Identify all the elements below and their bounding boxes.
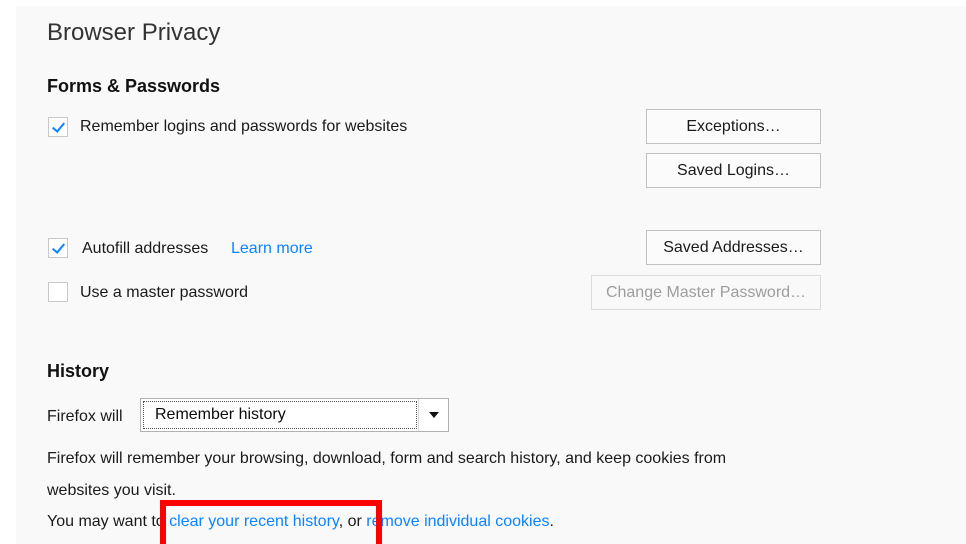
select-divider [418, 399, 419, 431]
exceptions-button[interactable]: Exceptions… [646, 109, 821, 144]
master-password-checkbox[interactable] [48, 282, 68, 302]
history-actions-line: You may want to clear your recent histor… [47, 513, 554, 531]
master-password-label[interactable]: Use a master password [80, 284, 248, 302]
remember-logins-label[interactable]: Remember logins and passwords for websit… [80, 118, 407, 136]
history-mode-select[interactable]: Remember history [140, 398, 449, 432]
saved-logins-button[interactable]: Saved Logins… [646, 153, 821, 188]
you-may-want-text: You may want to [47, 513, 170, 530]
history-heading: History [47, 361, 110, 381]
learn-more-link[interactable]: Learn more [231, 240, 313, 258]
forms-passwords-heading: Forms & Passwords [47, 76, 221, 96]
or-text: , or [338, 513, 367, 530]
remove-individual-cookies-link[interactable]: remove individual cookies [366, 513, 549, 530]
firefox-will-label: Firefox will [47, 408, 123, 425]
history-description-line2: websites you visit. [47, 482, 176, 499]
history-mode-value: Remember history [143, 401, 417, 429]
change-master-password-button[interactable]: Change Master Password… [591, 275, 821, 310]
autofill-addresses-checkbox[interactable] [48, 238, 68, 258]
page-title: Browser Privacy [47, 19, 221, 46]
autofill-addresses-label[interactable]: Autofill addresses [82, 240, 208, 258]
remember-logins-checkbox[interactable] [48, 117, 68, 137]
period-text: . [549, 513, 554, 530]
chevron-down-icon[interactable] [429, 412, 439, 418]
clear-recent-history-link[interactable]: clear your recent history [169, 513, 339, 530]
history-description-line1: Firefox will remember your browsing, dow… [47, 450, 727, 467]
saved-addresses-button[interactable]: Saved Addresses… [646, 230, 821, 265]
